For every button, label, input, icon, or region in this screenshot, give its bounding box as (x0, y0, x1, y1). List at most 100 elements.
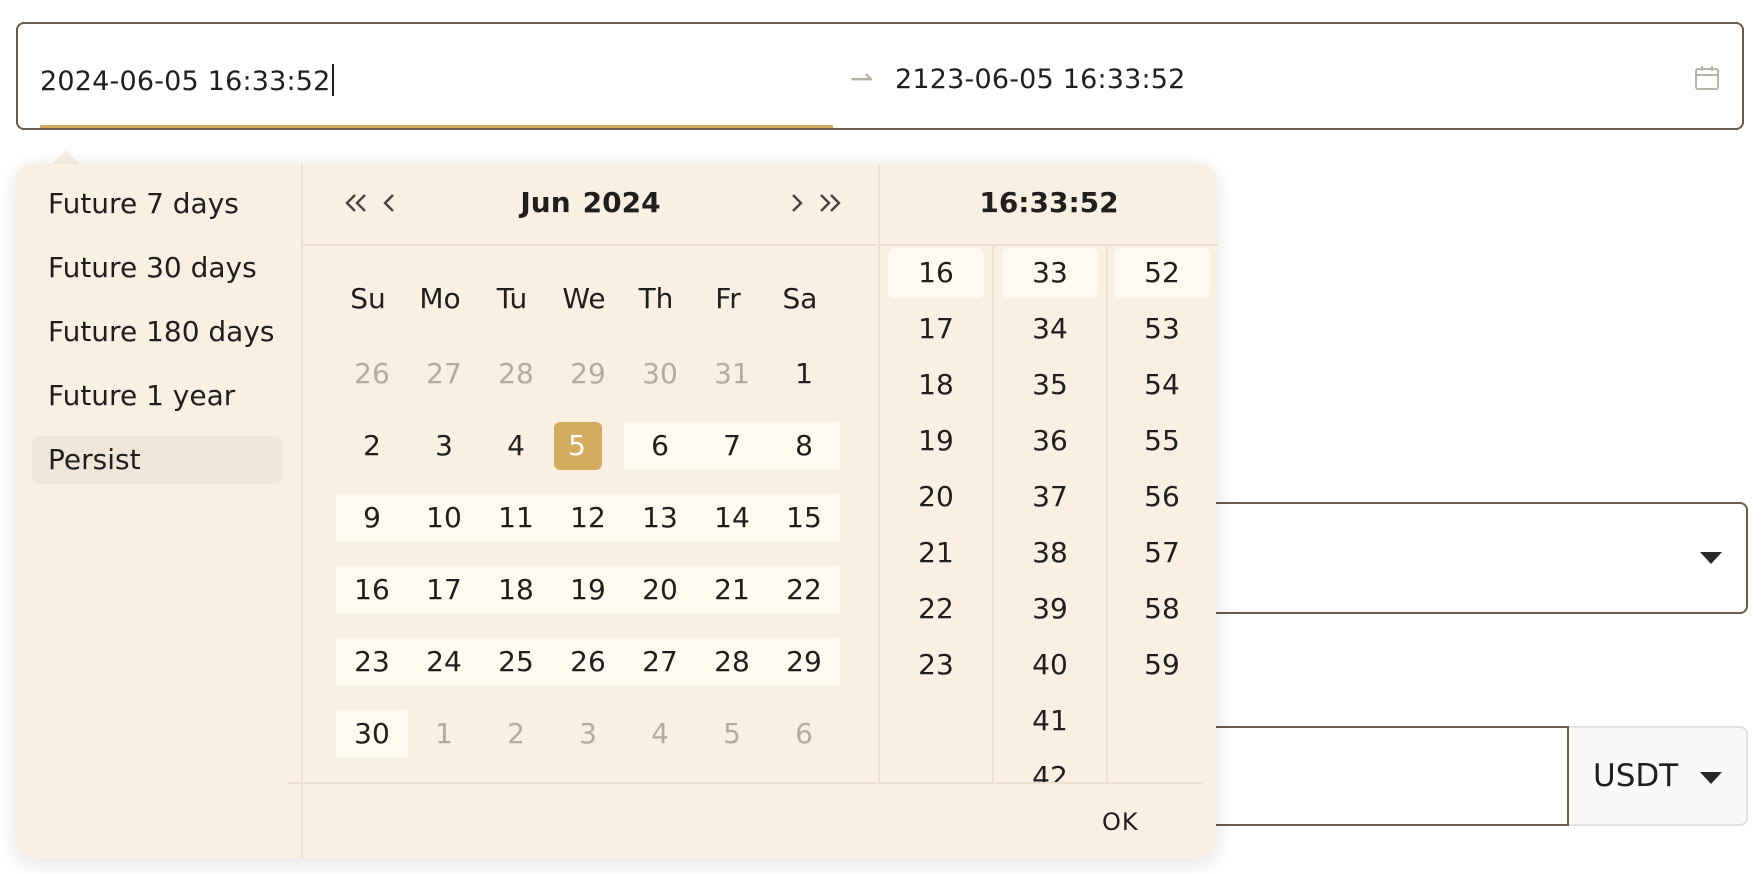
day-cell[interactable]: 23 (336, 638, 408, 686)
start-datetime-field[interactable]: 2024-06-05 16:33:52 (40, 64, 334, 97)
caret-down-icon (1700, 552, 1722, 564)
day-cell[interactable]: 3 (408, 422, 480, 470)
second-option[interactable]: 52 (1114, 248, 1210, 298)
calendar-icon[interactable] (1694, 65, 1720, 91)
day-cell[interactable]: 10 (408, 494, 480, 542)
calendar-header: Jun 2024 (303, 164, 878, 246)
day-cell[interactable]: 4 (480, 422, 552, 470)
caret-down-icon (1700, 772, 1722, 784)
day-cell[interactable]: 27 (624, 638, 696, 686)
day-cell[interactable]: 17 (408, 566, 480, 614)
second-option[interactable]: 59 (1114, 640, 1210, 690)
minute-option[interactable]: 38 (1002, 528, 1098, 578)
chevron-right-icon (792, 194, 803, 212)
day-cell[interactable]: 9 (336, 494, 408, 542)
minute-option[interactable]: 36 (1002, 416, 1098, 466)
day-cell[interactable]: 14 (696, 494, 768, 542)
month-button[interactable]: Jun (520, 186, 570, 219)
end-datetime-field[interactable]: 2123-06-05 16:33:52 (895, 64, 1186, 95)
hour-option[interactable]: 22 (888, 584, 984, 634)
day-cell[interactable]: 15 (768, 494, 840, 542)
day-cell[interactable]: 4 (624, 710, 696, 758)
background-select[interactable] (1175, 502, 1748, 614)
text-caret (331, 64, 334, 96)
date-range-input[interactable]: 2024-06-05 16:33:52 ⇀ 2123-06-05 16:33:5… (16, 22, 1744, 130)
minute-option[interactable]: 41 (1002, 696, 1098, 746)
weekday-label: Th (638, 282, 674, 315)
day-cell[interactable]: 21 (696, 566, 768, 614)
preset-future-1-year[interactable]: Future 1 year (32, 372, 282, 420)
hour-option[interactable]: 23 (888, 640, 984, 690)
background-amount-input[interactable] (1175, 726, 1569, 826)
day-cell[interactable]: 31 (696, 350, 768, 398)
day-cell[interactable]: 3 (552, 710, 624, 758)
day-cell[interactable]: 13 (624, 494, 696, 542)
second-column[interactable]: 52 53 54 55 56 57 58 59 (1106, 246, 1218, 782)
preset-future-180-days[interactable]: Future 180 days (32, 308, 282, 356)
day-cell[interactable]: 11 (480, 494, 552, 542)
day-cell[interactable]: 30 (336, 710, 408, 758)
minute-option[interactable]: 39 (1002, 584, 1098, 634)
minute-option[interactable]: 35 (1002, 360, 1098, 410)
currency-select[interactable]: USDT (1569, 726, 1748, 826)
day-cell[interactable]: 5 (696, 710, 768, 758)
day-cell[interactable]: 6 (624, 422, 696, 470)
year-button[interactable]: 2024 (583, 186, 661, 219)
day-cell[interactable]: 12 (552, 494, 624, 542)
minute-option[interactable]: 34 (1002, 304, 1098, 354)
time-header: 16:33:52 (880, 164, 1218, 246)
hour-option[interactable]: 21 (888, 528, 984, 578)
day-cell[interactable]: 28 (696, 638, 768, 686)
hour-option[interactable]: 18 (888, 360, 984, 410)
second-option[interactable]: 53 (1114, 304, 1210, 354)
day-cell[interactable]: 1 (768, 350, 840, 398)
second-option[interactable]: 54 (1114, 360, 1210, 410)
day-cell[interactable]: 20 (624, 566, 696, 614)
second-option[interactable]: 57 (1114, 528, 1210, 578)
hour-column[interactable]: 16 17 18 19 20 21 22 23 (880, 246, 994, 782)
day-cell[interactable]: 26 (336, 350, 408, 398)
day-cell[interactable]: 25 (480, 638, 552, 686)
next-month-button[interactable] (779, 186, 813, 220)
day-cell[interactable]: 26 (552, 638, 624, 686)
day-cell[interactable]: 6 (768, 710, 840, 758)
preset-list: Future 7 days Future 30 days Future 180 … (16, 164, 303, 858)
ok-button[interactable]: OK (1102, 808, 1139, 836)
start-datetime-value: 2024-06-05 16:33:52 (40, 66, 331, 97)
day-cell[interactable]: 30 (624, 350, 696, 398)
hour-option[interactable]: 20 (888, 472, 984, 522)
second-option[interactable]: 58 (1114, 584, 1210, 634)
hour-option[interactable]: 17 (888, 304, 984, 354)
day-cell[interactable]: 19 (552, 566, 624, 614)
day-cell[interactable]: 2 (480, 710, 552, 758)
day-number: 5 (568, 429, 586, 462)
selected-day-cell[interactable]: 5 (552, 422, 624, 470)
hour-option[interactable]: 16 (888, 248, 984, 298)
minute-option[interactable]: 37 (1002, 472, 1098, 522)
day-cell[interactable]: 29 (552, 350, 624, 398)
day-cell[interactable]: 18 (480, 566, 552, 614)
day-cell[interactable]: 2 (336, 422, 408, 470)
minute-option[interactable]: 42 (1002, 752, 1098, 782)
day-cell[interactable]: 16 (336, 566, 408, 614)
day-cell[interactable]: 22 (768, 566, 840, 614)
preset-future-7-days[interactable]: Future 7 days (32, 180, 282, 228)
day-cell[interactable]: 8 (768, 422, 840, 470)
popup-arrow (52, 150, 80, 164)
preset-persist[interactable]: Persist (32, 436, 282, 484)
day-cell[interactable]: 27 (408, 350, 480, 398)
next-year-button[interactable] (813, 186, 847, 220)
preset-future-30-days[interactable]: Future 30 days (32, 244, 282, 292)
second-option[interactable]: 55 (1114, 416, 1210, 466)
day-cell[interactable]: 24 (408, 638, 480, 686)
day-cell[interactable]: 7 (696, 422, 768, 470)
second-option[interactable]: 56 (1114, 472, 1210, 522)
day-cell[interactable]: 28 (480, 350, 552, 398)
minute-column[interactable]: 33 34 35 36 37 38 39 40 41 42 (994, 246, 1108, 782)
day-cell[interactable]: 29 (768, 638, 840, 686)
minute-option[interactable]: 40 (1002, 640, 1098, 690)
day-cell[interactable]: 1 (408, 710, 480, 758)
hour-option[interactable]: 19 (888, 416, 984, 466)
minute-option[interactable]: 33 (1002, 248, 1098, 298)
time-title: 16:33:52 (979, 186, 1119, 219)
